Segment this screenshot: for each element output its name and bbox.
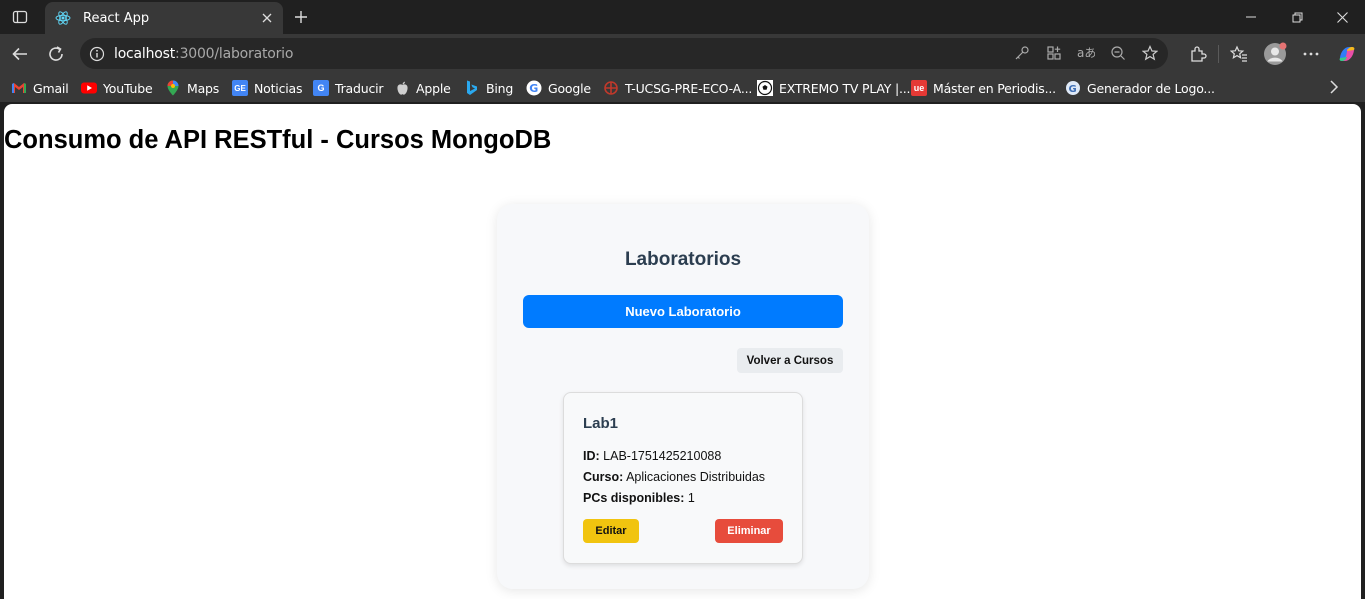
laboratorios-panel: Laboratorios Nuevo Laboratorio Volver a … [497, 204, 869, 589]
ucsg-icon [603, 80, 619, 96]
lab-pcs-row: PCs disponibles: 1 [583, 491, 695, 505]
panel-title: Laboratorios [624, 249, 742, 270]
extensions-icon[interactable] [1180, 40, 1216, 68]
svg-text:G: G [1069, 84, 1077, 95]
address-bar[interactable]: localhost:3000/laboratorio aあ [80, 38, 1168, 69]
page-title: Consumo de API RESTful - Cursos MongoDB [4, 126, 552, 154]
google-icon: G [526, 80, 542, 96]
new-tab-icon[interactable] [289, 5, 313, 29]
app-available-icon[interactable] [1044, 43, 1064, 63]
page-viewport: Consumo de API RESTful - Cursos MongoDB … [4, 104, 1361, 599]
browser-tab-active[interactable]: React App [45, 2, 283, 34]
browser-toolbar: localhost:3000/laboratorio aあ [0, 34, 1365, 74]
bing-icon [464, 80, 480, 96]
bookmark-google[interactable]: G Google [526, 78, 591, 98]
tab-title: React App [83, 10, 150, 26]
lab-course-row: Curso: Aplicaciones Distribuidas [583, 470, 765, 484]
reload-icon[interactable] [42, 40, 70, 68]
read-aloud-icon[interactable]: aあ [1076, 43, 1096, 63]
react-icon [55, 10, 71, 26]
back-to-courses-button[interactable]: Volver a Cursos [737, 348, 843, 373]
lab-id-label: ID: [583, 449, 600, 463]
copilot-icon[interactable] [1329, 40, 1365, 68]
bookmark-maps[interactable]: Maps [165, 78, 219, 98]
favorite-star-icon[interactable] [1140, 43, 1160, 63]
close-window-icon[interactable] [1319, 0, 1365, 34]
youtube-icon [81, 80, 97, 96]
bookmark-gmail[interactable]: Gmail [11, 78, 69, 98]
lab-course-value: Aplicaciones Distribuidas [626, 470, 766, 484]
lab-card: Lab1 ID: LAB-1751425210088 Curso: Aplica… [563, 392, 803, 564]
zoom-out-icon[interactable] [1108, 43, 1128, 63]
logo-generator-icon: G [1065, 80, 1081, 96]
profile-avatar[interactable] [1257, 40, 1293, 68]
lab-pcs-value: 1 [687, 491, 695, 505]
gmail-icon [11, 80, 27, 96]
lab-name: Lab1 [583, 415, 619, 432]
apple-icon [394, 80, 410, 96]
bookmark-apple[interactable]: Apple [394, 78, 451, 98]
svg-text:G: G [529, 82, 538, 95]
bookmark-extremo-tv[interactable]: EXTREMO TV PLAY |... [757, 78, 911, 98]
tab-actions-icon[interactable] [8, 5, 32, 29]
back-arrow-icon[interactable] [6, 40, 34, 68]
bookmarks-bar: Gmail YouTube Maps GE Noticias G Traduci… [0, 74, 1365, 102]
browser-tab-strip: React App [0, 0, 1365, 34]
lab-id-value: LAB-1751425210088 [603, 449, 722, 463]
bookmark-bing[interactable]: Bing [464, 78, 513, 98]
news-icon: GE [232, 80, 248, 96]
bookmark-generador-logo[interactable]: G Generador de Logo... [1065, 78, 1215, 98]
svg-text:aあ: aあ [1077, 46, 1095, 60]
toolbar-divider [1218, 45, 1219, 63]
translate-icon: G [313, 80, 329, 96]
site-info-icon[interactable] [89, 46, 105, 62]
new-lab-button[interactable]: Nuevo Laboratorio [523, 295, 843, 328]
bookmark-ucsg[interactable]: T-UCSG-PRE-ECO-A... [603, 78, 752, 98]
lab-pcs-label: PCs disponibles: [583, 491, 685, 505]
more-options-icon[interactable] [1293, 40, 1329, 68]
maps-icon [165, 80, 181, 96]
bookmark-traducir[interactable]: G Traducir [313, 78, 384, 98]
soccer-ball-icon [757, 80, 773, 96]
edit-lab-button[interactable]: Editar [583, 519, 639, 543]
close-tab-icon[interactable] [255, 6, 279, 30]
restore-icon[interactable] [1274, 0, 1320, 34]
bookmark-noticias[interactable]: GE Noticias [232, 78, 302, 98]
delete-lab-button[interactable]: Eliminar [715, 519, 783, 543]
lab-id-row: ID: LAB-1751425210088 [583, 449, 721, 463]
lab-course-label: Curso: [583, 470, 624, 484]
url-text: localhost:3000/laboratorio [114, 45, 294, 62]
bookmark-youtube[interactable]: YouTube [81, 78, 153, 98]
bookmark-master-periodismo[interactable]: ue Máster en Periodis... [911, 78, 1056, 98]
chevron-right-icon[interactable] [1329, 80, 1339, 99]
unir-icon: ue [911, 80, 927, 96]
favorites-icon[interactable] [1221, 40, 1257, 68]
key-icon[interactable] [1012, 43, 1032, 63]
minimize-icon[interactable] [1228, 0, 1274, 34]
